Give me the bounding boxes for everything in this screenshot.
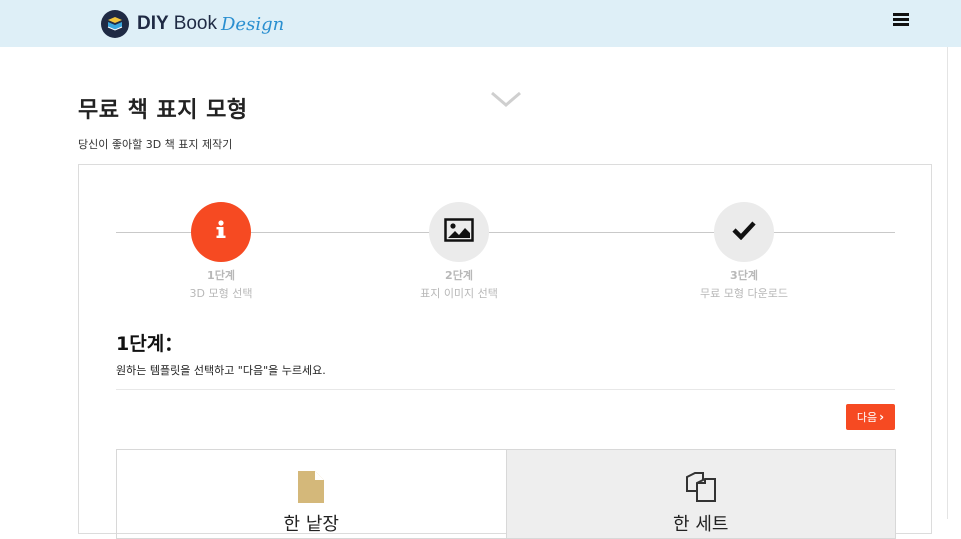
template-option-set-label: 한 세트	[673, 514, 729, 535]
step-1-number: 1단계	[207, 269, 235, 282]
template-options: 한 낱장 한 세트	[116, 449, 896, 539]
step-3[interactable]: 3단계 무료 모형 다운로드	[664, 202, 824, 301]
logo-text-diy: DIY	[137, 13, 169, 34]
site-header: DIY Book Design	[0, 0, 961, 47]
step-3-number: 3단계	[730, 269, 758, 282]
template-option-single[interactable]: 한 낱장	[117, 450, 506, 538]
step-1-circle	[191, 202, 251, 262]
next-button-label: 다음	[856, 411, 878, 424]
step-3-circle	[714, 202, 774, 262]
chevron-down-icon[interactable]	[490, 90, 522, 112]
instruction-text: 원하는 템플릿을 선택하고 "다음"을 누르세요.	[116, 364, 326, 377]
step-2-number: 2단계	[445, 269, 473, 282]
step-1[interactable]: 1단계 3D 모형 선택	[141, 202, 301, 301]
image-icon	[444, 218, 474, 246]
hamburger-menu-icon[interactable]	[893, 13, 909, 27]
multi-page-icon	[685, 471, 717, 507]
step-1-label: 3D 모형 선택	[189, 287, 253, 300]
section-divider	[116, 389, 895, 390]
step-2-circle	[429, 202, 489, 262]
logo-text-design: Design	[221, 13, 285, 35]
next-button[interactable]: 다음 ›	[846, 404, 895, 430]
site-logo[interactable]: DIY Book Design	[101, 9, 284, 39]
step-2-label: 표지 이미지 선택	[420, 287, 498, 300]
step-2[interactable]: 2단계 표지 이미지 선택	[379, 202, 539, 301]
section-title: 1단계：	[116, 333, 184, 355]
template-option-set[interactable]: 한 세트	[505, 450, 895, 538]
logo-text-book: Book	[173, 13, 217, 34]
single-page-icon	[298, 471, 325, 507]
info-icon	[214, 220, 228, 244]
template-option-single-label: 한 낱장	[283, 514, 339, 535]
step-3-label: 무료 모형 다운로드	[700, 287, 788, 300]
chevron-right-icon: ›	[879, 410, 885, 424]
book-logo-icon	[101, 10, 129, 38]
page-edge-divider	[947, 47, 948, 519]
wizard-panel: 1단계 3D 모형 선택 2단계 표지 이미지 선택 3단계 무료 모형 다운로…	[78, 164, 932, 539]
check-icon	[731, 220, 757, 244]
page-subtitle: 당신이 좋아할 3D 책 표지 제작기	[78, 138, 233, 151]
page-title: 무료 책 표지 모형	[78, 98, 248, 123]
